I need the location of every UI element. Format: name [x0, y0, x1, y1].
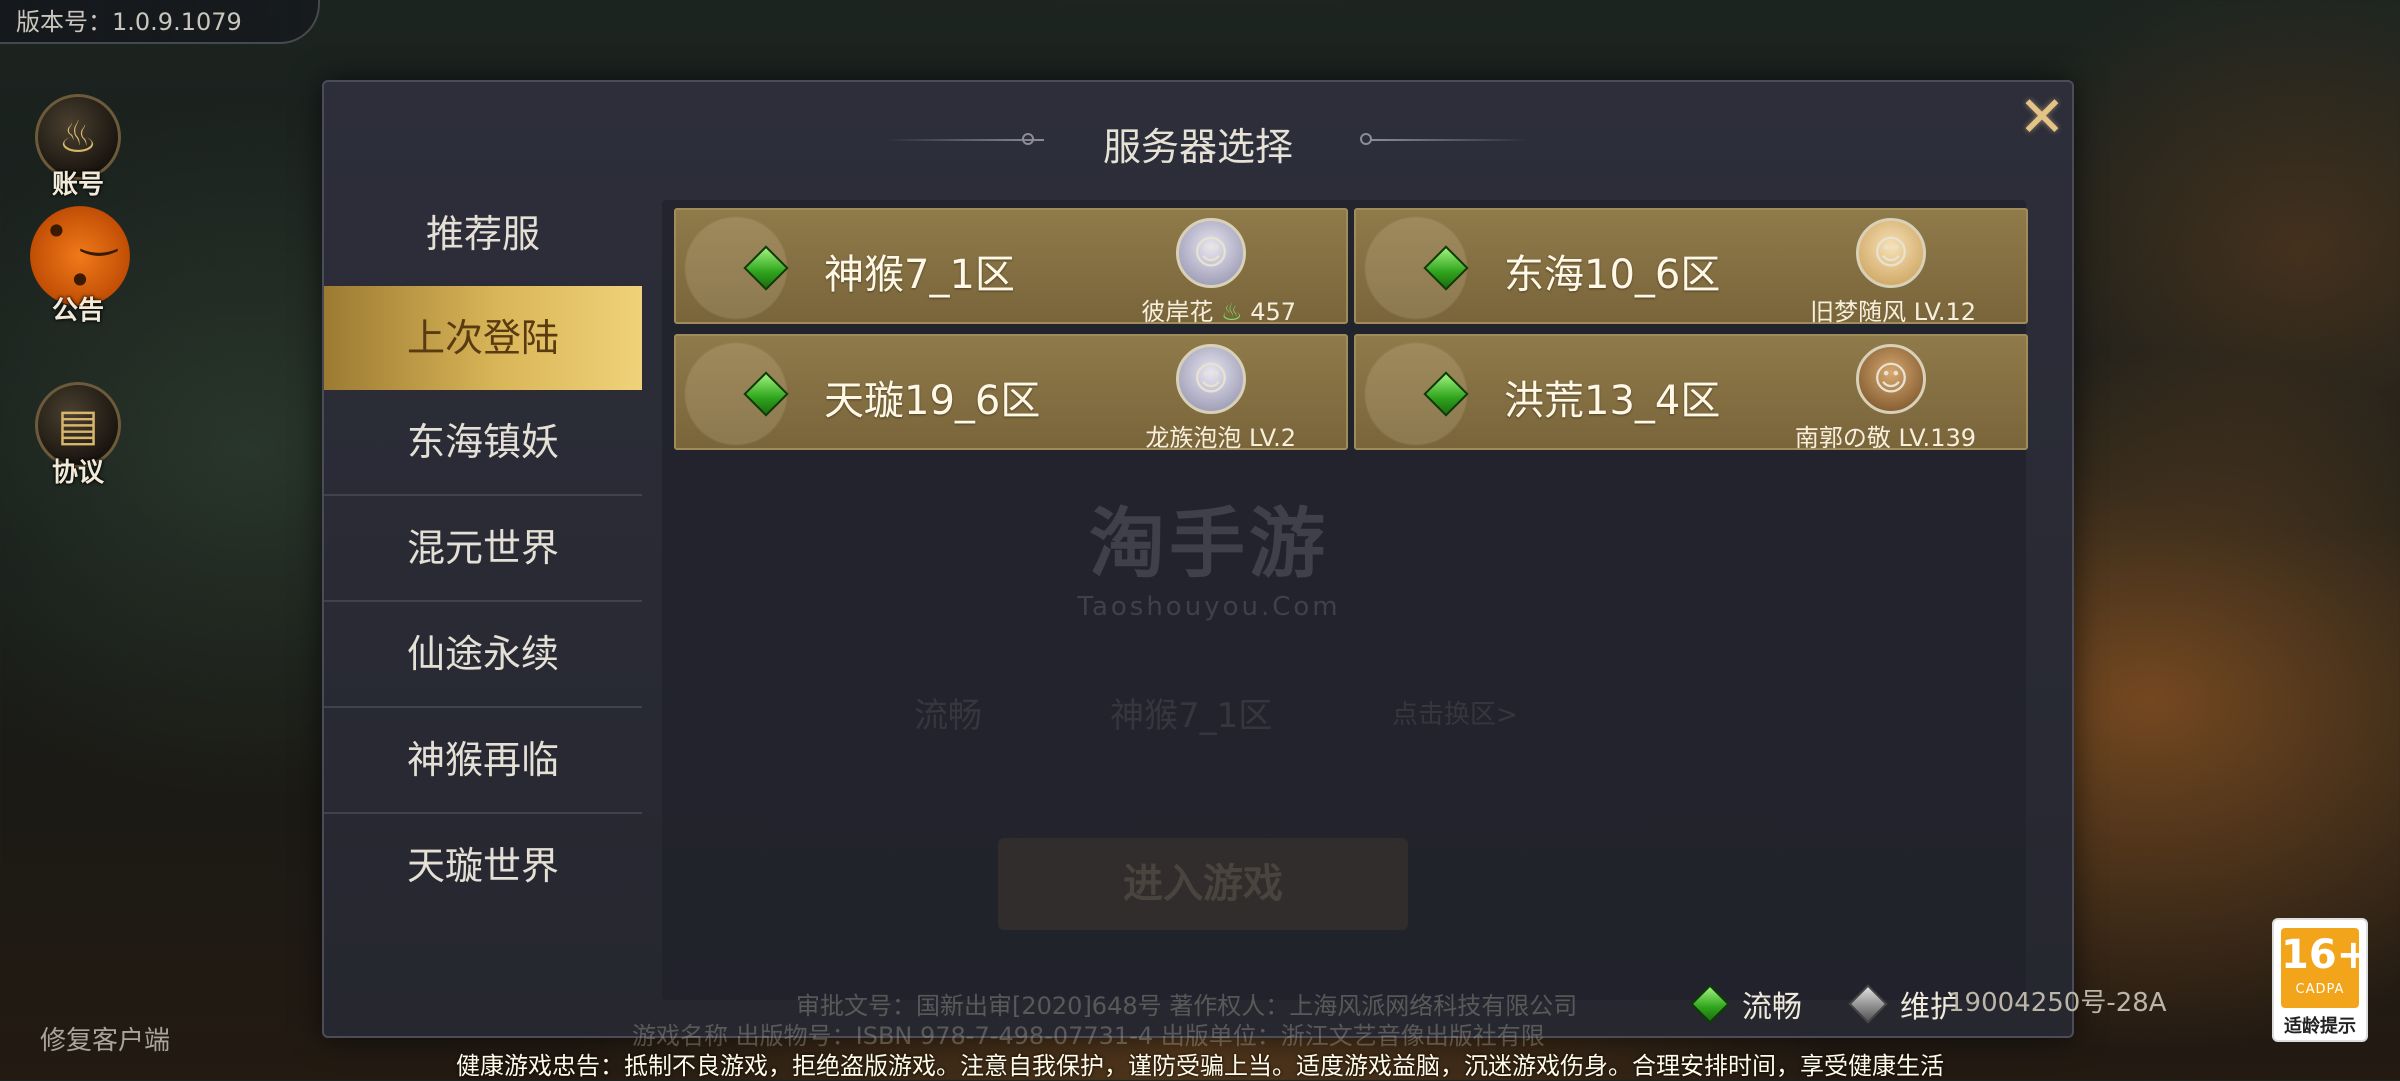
tab-recommended[interactable]: 推荐服: [324, 182, 642, 286]
notice-button[interactable]: • ‿ • 公告: [30, 206, 130, 327]
background-change-server: 点击换区>: [1392, 700, 1518, 730]
background-server: 神猴7_1区: [1110, 696, 1273, 736]
status-smooth-icon: [1423, 245, 1469, 291]
age-rating-text: 适龄提示: [2284, 1016, 2356, 1037]
role-info: 彼岸花 ♨ 457: [1141, 292, 1296, 327]
server-name: 洪荒13_4区: [1504, 378, 1721, 424]
role-name: 旧梦随风: [1810, 298, 1907, 326]
role-info: 龙族泡泡 LV.2: [1145, 418, 1296, 453]
tab-tianxuan[interactable]: 天璇世界: [324, 814, 642, 918]
role-name: 彼岸花: [1141, 298, 1214, 326]
title-divider-right: [1370, 139, 1530, 141]
server-card[interactable]: 洪荒13_4区 ☺ 南郭の敬 LV.139: [1354, 334, 2028, 453]
age-rating-icon: 16+ CADPA: [2281, 928, 2371, 1008]
server-card[interactable]: 神猴7_1区 ☺ 彼岸花 ♨ 457: [674, 208, 1348, 327]
server-group-tabs: 推荐服 上次登陆 东海镇妖 混元世界 仙途永续 神猴再临 天璇世界: [324, 182, 642, 918]
legend-smooth: 流畅: [1690, 982, 1802, 1026]
dialog-title: 服务器选择: [1102, 125, 1293, 169]
white-hair-avatar: ☺: [1176, 218, 1246, 288]
status-smooth-icon: [743, 371, 789, 417]
watermark-url: Taoshouyou.Com: [1077, 592, 1341, 622]
role-name: 南郭の敬: [1794, 424, 1891, 452]
background-status: 流畅: [914, 696, 982, 736]
title-divider-left: [884, 139, 1044, 141]
status-maintenance-icon: [1848, 984, 1888, 1024]
server-name: 神猴7_1区: [824, 252, 1015, 298]
close-icon[interactable]: ✕: [2014, 90, 2070, 146]
tab-xiantu[interactable]: 仙途永续: [324, 602, 642, 708]
role-level: LV.12: [1913, 298, 1976, 326]
status-smooth-icon: [1690, 984, 1730, 1024]
tab-last-login[interactable]: 上次登陆: [324, 286, 642, 390]
license-number-tail: 19004250号-28A: [1948, 988, 2167, 1018]
health-notice: 健康游戏忠告：抵制不良游戏，拒绝盗版游戏。注意自我保护，谨防受骗上当。适度游戏益…: [456, 1052, 1944, 1080]
server-name: 天璇19_6区: [824, 378, 1041, 424]
agreement-label: 协议: [51, 458, 104, 488]
status-smooth-icon: [743, 245, 789, 291]
server-name: 东海10_6区: [1504, 252, 1721, 298]
flame-icon: ♨: [1221, 298, 1243, 326]
server-card[interactable]: 天璇19_6区 ☺ 龙族泡泡 LV.2: [674, 334, 1348, 453]
title-dot-left: [1022, 133, 1034, 145]
age-rating-number: 16+: [2281, 932, 2371, 978]
role-info: 旧梦随风 LV.12: [1810, 292, 1976, 327]
server-card[interactable]: 东海10_6区 ☺ 旧梦随风 LV.12: [1354, 208, 2028, 327]
watermark: 淘手游 Taoshouyou.Com: [1024, 482, 1394, 622]
account-label: 账号: [51, 170, 104, 200]
status-smooth-icon: [1423, 371, 1469, 417]
white-hair-avatar: ☺: [1176, 344, 1246, 414]
age-rating-badge[interactable]: 16+ CADPA 适龄提示: [2272, 918, 2371, 1042]
server-select-dialog: 服务器选择 ✕ 推荐服 上次登陆 东海镇妖 混元世界 仙途永续 神猴再临 天璇世…: [322, 80, 2074, 1038]
watermark-text: 淘手游: [1089, 499, 1329, 588]
age-rating-org: CADPA: [2295, 982, 2345, 997]
role-info: 南郭の敬 LV.139: [1795, 418, 1976, 453]
tab-shenhou[interactable]: 神猴再临: [324, 708, 642, 814]
role-level: LV.139: [1898, 424, 1977, 452]
tab-hunyuan[interactable]: 混元世界: [324, 496, 642, 602]
legend-smooth-label: 流畅: [1742, 990, 1802, 1025]
blonde-girl-avatar: ☺: [1856, 218, 1926, 288]
legend-maintenance: 维护: [1848, 982, 1960, 1026]
tab-donghai[interactable]: 东海镇妖: [324, 390, 642, 496]
role-level: LV.2: [1249, 424, 1296, 452]
account-button[interactable]: ♨ 账号: [30, 94, 126, 201]
agreement-button[interactable]: ▤ 协议: [30, 382, 126, 489]
background-enter-game-button: 进入游戏: [998, 838, 1408, 930]
version-label: 版本号：1.0.9.1079: [0, 0, 320, 44]
monkey-avatar: ☺: [1856, 344, 1926, 414]
role-level: 457: [1250, 298, 1296, 326]
role-name: 龙族泡泡: [1145, 424, 1242, 452]
